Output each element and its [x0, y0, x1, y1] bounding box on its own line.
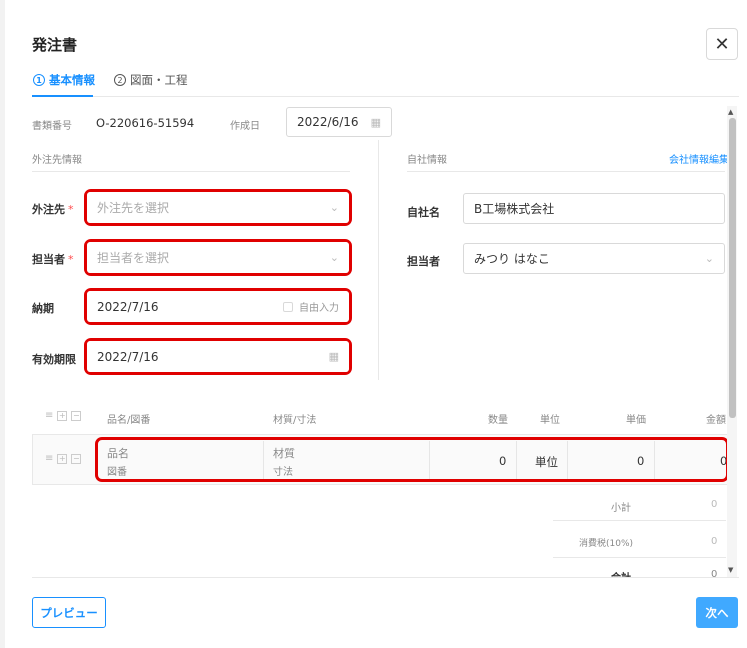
tax-label: 消費税(10%)	[579, 539, 634, 549]
scroll-up-icon[interactable]: ▲	[728, 108, 733, 116]
expiry-value: 2022/7/16	[97, 349, 159, 364]
row-controls[interactable]: ≡ + −	[45, 453, 82, 464]
created-date-input[interactable]: 2022/6/16 ▦	[286, 107, 392, 137]
column-divider	[378, 140, 379, 380]
step-number: 1	[33, 74, 45, 86]
subtotal-label: 小計	[611, 503, 631, 514]
next-button[interactable]: 次へ	[696, 597, 738, 628]
expiry-input[interactable]: 2022/7/16 ▦	[87, 341, 349, 372]
company-section-title: 自社情報	[407, 155, 447, 166]
totals-divider	[553, 557, 726, 558]
person-label: 担当者 *	[32, 253, 74, 266]
delivery-value: 2022/7/16	[97, 299, 159, 314]
supplier-section-title: 外注先情報	[32, 155, 82, 166]
supplier-select[interactable]: 外注先を選択 ⌄	[87, 192, 349, 223]
close-icon: ✕	[714, 33, 730, 55]
col-header-unit: 単位	[540, 415, 560, 426]
backdrop-edge	[0, 0, 5, 648]
person-placeholder: 担当者を選択	[97, 251, 170, 265]
chevron-down-icon: ⌄	[329, 251, 339, 264]
company-person-select[interactable]: みつり はなこ ⌄	[463, 243, 725, 274]
delivery-label: 納期	[32, 302, 54, 315]
person-select[interactable]: 担当者を選択 ⌄	[87, 242, 349, 273]
tab-label: 図面・工程	[130, 73, 188, 87]
close-button[interactable]: ✕	[706, 28, 738, 60]
company-person-value: みつり はなこ	[474, 252, 550, 266]
col-header-amount: 金額	[706, 415, 726, 426]
company-name-input[interactable]: B工場株式会社	[463, 193, 725, 224]
company-name-value: B工場株式会社	[474, 202, 555, 216]
section-divider	[32, 171, 350, 172]
tab-label: 基本情報	[49, 73, 95, 87]
scrollbar-thumb[interactable]	[729, 118, 736, 418]
supplier-label: 外注先 *	[32, 203, 74, 216]
tab-divider	[32, 96, 739, 97]
chevron-down-icon: ⌄	[704, 252, 714, 265]
created-date-label: 作成日	[230, 121, 260, 132]
col-header-name: 品名/図番	[107, 415, 151, 426]
drag-handle-icon[interactable]: ≡	[45, 453, 53, 464]
expiry-label: 有効期限	[32, 353, 76, 366]
preview-button[interactable]: プレビュー	[32, 597, 106, 628]
minus-icon: −	[71, 410, 82, 421]
remove-row-icon[interactable]: −	[71, 453, 82, 464]
doc-number-value: O-220616-51594	[96, 116, 195, 130]
step-number: 2	[114, 74, 126, 86]
header-row-controls: ≡ + −	[45, 410, 82, 421]
col-header-qty: 数量	[488, 415, 508, 426]
calendar-icon: ▦	[370, 115, 381, 129]
active-tab-indicator	[32, 95, 93, 97]
modal-title: 発注書	[32, 36, 78, 54]
total-value: 0	[711, 569, 718, 577]
edit-company-link[interactable]: 会社情報編集	[669, 151, 729, 166]
plus-icon: +	[57, 410, 68, 421]
created-date-value: 2022/6/16	[297, 115, 359, 129]
tab-basic-info[interactable]: 1 基本情報	[33, 72, 95, 88]
delivery-input[interactable]: 2022/7/16 自由入力	[87, 291, 349, 322]
doc-number-label: 書類番号	[32, 121, 72, 132]
company-name-label: 自社名	[407, 206, 440, 219]
free-input-checkbox[interactable]: 自由入力	[283, 299, 339, 314]
free-input-label: 自由入力	[299, 303, 339, 314]
drag-handle-icon: ≡	[45, 410, 54, 421]
checkbox-icon	[283, 301, 293, 312]
col-header-material: 材質/寸法	[273, 415, 317, 426]
total-label: 合計	[611, 569, 631, 577]
calendar-icon: ▦	[328, 350, 339, 363]
totals-divider	[553, 520, 726, 521]
scroll-down-icon[interactable]: ▼	[728, 566, 733, 574]
tax-value: 0	[711, 536, 718, 547]
supplier-placeholder: 外注先を選択	[97, 201, 170, 215]
chevron-down-icon: ⌄	[329, 201, 339, 214]
add-row-icon[interactable]: +	[57, 453, 68, 464]
col-header-price: 単価	[626, 415, 646, 426]
company-person-label: 担当者	[407, 255, 440, 268]
subtotal-value: 0	[711, 499, 718, 510]
footer-divider	[32, 577, 739, 578]
highlight-box	[95, 437, 729, 482]
tab-drawing-process[interactable]: 2 図面・工程	[114, 72, 188, 88]
section-divider	[407, 171, 725, 172]
